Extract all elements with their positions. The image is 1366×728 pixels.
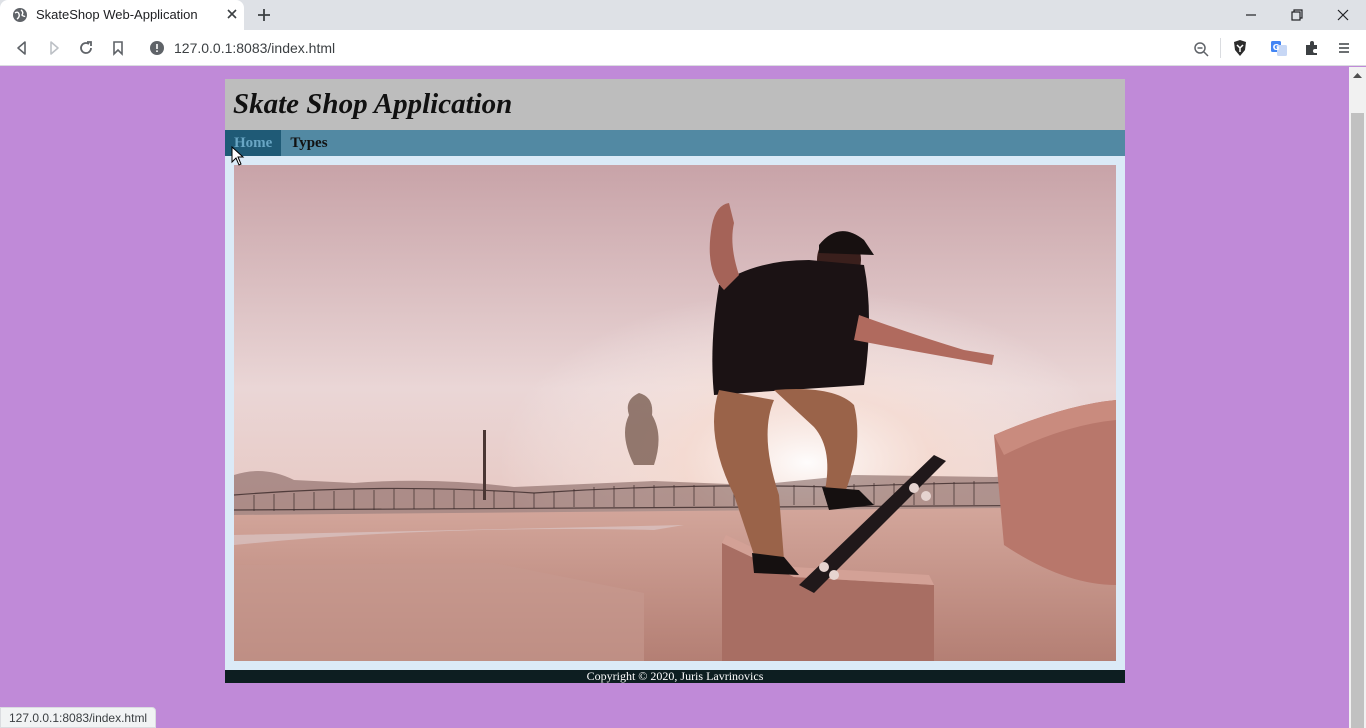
svg-text:G: G	[1273, 43, 1280, 52]
mouse-cursor-icon	[231, 146, 245, 166]
site-nav: Home Types	[225, 130, 1125, 156]
tab-strip: SkateShop Web-Application	[0, 0, 1366, 30]
page-container: Skate Shop Application Home Types Copyri…	[225, 79, 1125, 683]
restore-icon[interactable]	[1287, 5, 1307, 25]
scrollbar-thumb[interactable]	[1351, 113, 1364, 728]
page-viewport: Skate Shop Application Home Types Copyri…	[0, 67, 1349, 728]
scroll-up-arrow-icon[interactable]	[1353, 71, 1362, 80]
link-status-bar: 127.0.0.1:8083/index.html	[0, 707, 157, 728]
nav-types-link[interactable]: Types	[281, 130, 336, 156]
reload-icon[interactable]	[77, 39, 95, 57]
translate-icon[interactable]: G	[1270, 39, 1288, 57]
content-area	[225, 156, 1125, 670]
menu-icon[interactable]	[1335, 39, 1353, 57]
site-header: Skate Shop Application	[225, 79, 1125, 130]
close-tab-icon[interactable]	[224, 6, 240, 22]
globe-icon	[13, 8, 27, 22]
bookmark-icon[interactable]	[109, 39, 127, 57]
close-window-icon[interactable]	[1333, 5, 1353, 25]
site-info-icon[interactable]	[150, 41, 164, 55]
browser-toolbar: 127.0.0.1:8083/index.html G	[0, 30, 1366, 66]
site-title: Skate Shop Application	[233, 88, 513, 120]
minimize-icon[interactable]	[1241, 5, 1261, 25]
zoom-icon[interactable]	[1193, 41, 1209, 57]
new-tab-icon[interactable]	[255, 6, 273, 24]
back-icon[interactable]	[13, 39, 31, 57]
page-scrollbar[interactable]	[1349, 67, 1366, 728]
forward-icon[interactable]	[45, 39, 63, 57]
toolbar-divider	[1220, 38, 1221, 58]
site-footer: Copyright © 2020, Juris Lavrinovics	[225, 670, 1125, 683]
address-bar[interactable]: 127.0.0.1:8083/index.html	[140, 34, 1220, 62]
skater-hero-image	[233, 165, 1117, 661]
browser-tab[interactable]: SkateShop Web-Application	[0, 0, 244, 30]
brave-shield-icon[interactable]	[1231, 39, 1249, 57]
url-text: 127.0.0.1:8083/index.html	[174, 40, 336, 56]
extensions-icon[interactable]	[1303, 39, 1321, 57]
tab-title: SkateShop Web-Application	[36, 7, 198, 22]
